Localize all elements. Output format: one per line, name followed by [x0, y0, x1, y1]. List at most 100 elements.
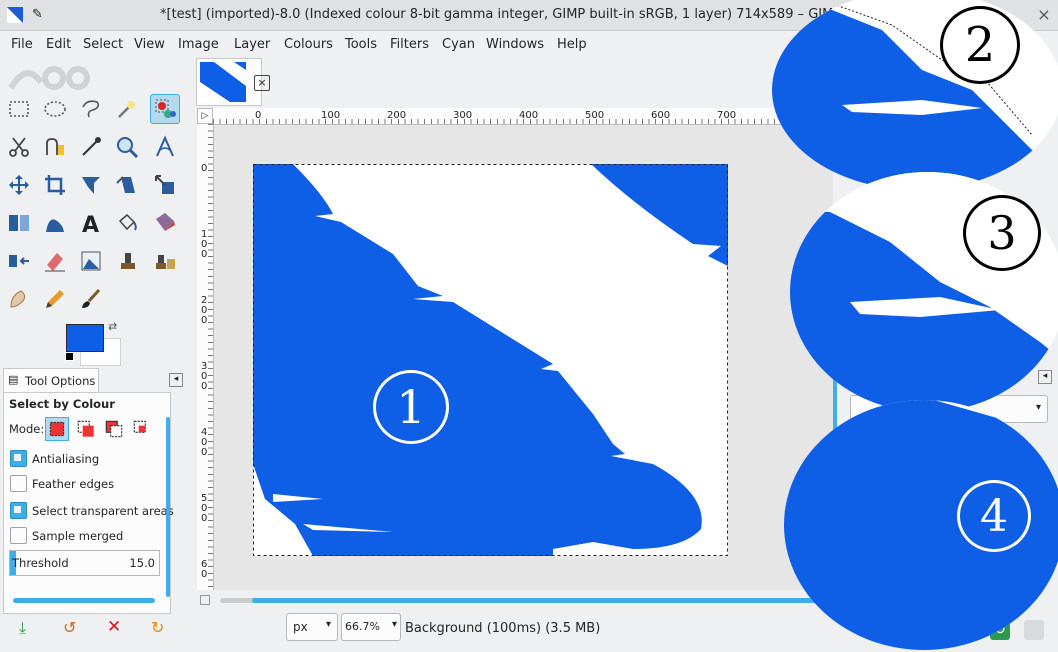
- mode-replace-button[interactable]: [45, 417, 69, 441]
- measure-tool[interactable]: [150, 132, 180, 162]
- shear-tool[interactable]: [112, 170, 142, 200]
- zoom-combo[interactable]: 66.7% ▾: [341, 613, 401, 641]
- save-options-button[interactable]: ⤓: [19, 618, 26, 638]
- zoom-value: 66.7%: [345, 620, 380, 633]
- eraser-tool[interactable]: [40, 246, 70, 276]
- pencil-tool[interactable]: [40, 284, 70, 314]
- smudge-tool[interactable]: [4, 284, 34, 314]
- clone-tool[interactable]: [112, 246, 142, 276]
- ruler-corner-button[interactable]: ▷: [197, 108, 213, 124]
- menu-cyan[interactable]: Cyan: [442, 37, 475, 52]
- gimp-app-icon: [6, 6, 24, 24]
- warp-transform-icon: [46, 219, 64, 232]
- move-icon: [9, 175, 29, 195]
- mode-intersect-icon: [133, 420, 146, 433]
- menu-edit[interactable]: Edit: [46, 37, 71, 52]
- callout-4: 4: [957, 480, 1031, 552]
- reset-options-button[interactable]: ↻: [151, 618, 164, 637]
- mode-add-button[interactable]: [75, 418, 97, 440]
- foreground-select-icon: [46, 138, 64, 155]
- scissors-select-icon: [9, 137, 29, 157]
- image-tab[interactable]: ×: [196, 58, 270, 106]
- paths-tool[interactable]: [76, 132, 106, 162]
- bucket-fill-tool[interactable]: [112, 208, 142, 238]
- flip-tool[interactable]: [4, 208, 34, 238]
- mode-subtract-icon: [105, 420, 123, 438]
- default-colours-icon[interactable]: [65, 352, 74, 361]
- ruler-left-label: 1 0 0: [201, 229, 208, 260]
- swap-colours-icon[interactable]: ⇄: [108, 320, 117, 333]
- dock-config-button[interactable]: ◂: [1038, 370, 1052, 384]
- paintbrush-tool[interactable]: [76, 284, 106, 314]
- delete-options-button[interactable]: ✕: [107, 617, 121, 637]
- mode-intersect-button[interactable]: [131, 418, 153, 440]
- menu-filters[interactable]: Filters: [390, 37, 429, 52]
- ellipse-select-tool[interactable]: [40, 94, 70, 124]
- scale-icon: [155, 175, 174, 194]
- dock-menu-icon[interactable]: [1024, 620, 1044, 640]
- options-scrollbar[interactable]: [166, 417, 170, 597]
- crop-tool[interactable]: [40, 170, 70, 200]
- chevron-down-icon: ▾: [391, 619, 397, 630]
- menu-help[interactable]: Help: [557, 37, 587, 52]
- antialiasing-checkbox[interactable]: [10, 450, 27, 467]
- threshold-slider[interactable]: Threshold 15.0: [9, 550, 160, 576]
- configure-tab-button[interactable]: ◂: [169, 373, 183, 387]
- unified-transform-tool[interactable]: [76, 170, 106, 200]
- foreground-colour-swatch[interactable]: [66, 324, 104, 352]
- menu-layer[interactable]: Layer: [234, 37, 270, 52]
- measure-icon: [156, 135, 174, 157]
- options-hscrollbar[interactable]: [13, 598, 155, 603]
- horizontal-ruler: 0 100 200 300 400 500 600 700: [213, 108, 833, 125]
- menu-tools[interactable]: Tools: [345, 37, 377, 52]
- scale-tool[interactable]: [150, 170, 180, 200]
- text-tool[interactable]: A: [76, 208, 106, 238]
- threshold-value: 15.0: [129, 556, 155, 570]
- zoom-tool[interactable]: [112, 132, 142, 162]
- feather-edges-label: Feather edges: [32, 477, 115, 491]
- select-transparent-checkbox[interactable]: [10, 502, 27, 519]
- mode-add-icon: [77, 420, 94, 437]
- canvas-hscrollbar-thumb[interactable]: [252, 598, 830, 603]
- rect-select-tool[interactable]: [4, 94, 34, 124]
- mode-replace-icon: [49, 421, 65, 437]
- heal-tool[interactable]: [150, 246, 180, 276]
- fuzzy-select-tool[interactable]: [112, 94, 142, 124]
- callout-2: 2: [940, 6, 1020, 84]
- scissors-tool[interactable]: [4, 132, 34, 162]
- close-image-tab-icon[interactable]: ×: [254, 75, 270, 91]
- close-window-button[interactable]: ×: [1033, 3, 1055, 25]
- image-canvas[interactable]: [253, 164, 728, 556]
- menu-select[interactable]: Select: [83, 37, 123, 52]
- eraser-icon: [45, 253, 65, 272]
- restore-options-button[interactable]: ↺: [63, 618, 76, 637]
- sample-merged-checkbox[interactable]: [10, 527, 27, 544]
- feather-edges-checkbox[interactable]: [10, 475, 27, 492]
- select-by-colour-tool[interactable]: [150, 94, 180, 124]
- window-title: *[test] (imported)-8.0 (Indexed colour 8…: [160, 7, 842, 22]
- image-tool[interactable]: [76, 246, 106, 276]
- callout-3: 3: [963, 195, 1041, 271]
- gradient-tool[interactable]: [150, 208, 180, 238]
- smudge-icon: [10, 290, 26, 308]
- menu-view[interactable]: View: [134, 37, 165, 52]
- move-tool[interactable]: [4, 170, 34, 200]
- pencil-icon: [46, 290, 64, 308]
- menu-windows[interactable]: Windows: [486, 37, 544, 52]
- tool-options-tab-icon: ▤: [8, 373, 19, 386]
- menu-image[interactable]: Image: [178, 37, 219, 52]
- gimp-wilber-logo: [6, 62, 186, 92]
- menu-colours[interactable]: Colours: [284, 37, 333, 52]
- unit-combo[interactable]: px ▾: [286, 613, 338, 641]
- align-tool[interactable]: [4, 246, 34, 276]
- free-select-tool[interactable]: [76, 94, 106, 124]
- quickmask-toggle[interactable]: [200, 595, 210, 605]
- canvas-hscrollbar[interactable]: [220, 598, 830, 603]
- warp-transform-tool[interactable]: [40, 208, 70, 238]
- mode-subtract-button[interactable]: [103, 418, 125, 440]
- pin-icon[interactable]: ✎: [32, 7, 43, 22]
- menu-file[interactable]: File: [11, 37, 33, 52]
- tool-options-tab[interactable]: ▤ Tool Options: [3, 368, 99, 392]
- foreground-select-tool[interactable]: [40, 132, 70, 162]
- align-icon: [9, 255, 29, 267]
